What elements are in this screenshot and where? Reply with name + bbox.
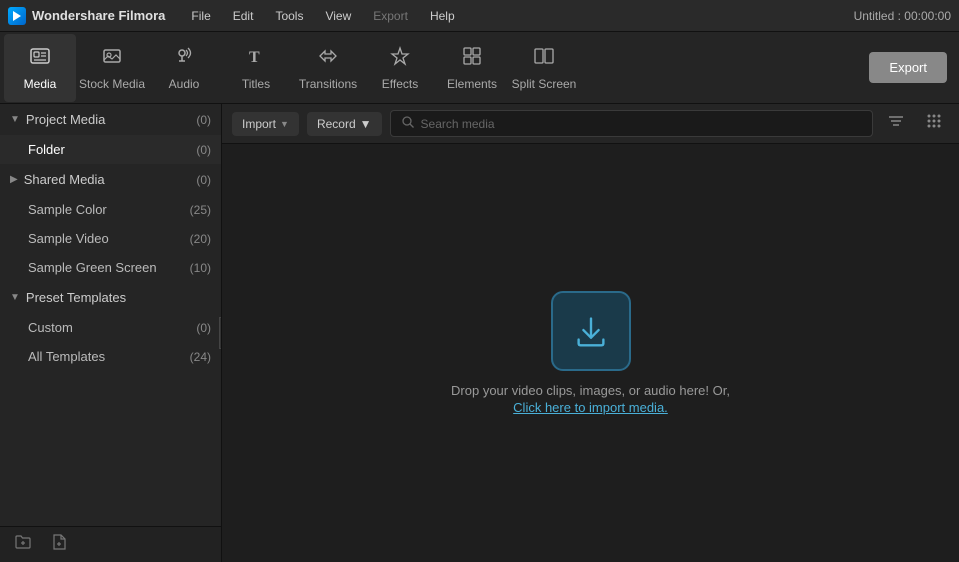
toolbar-elements[interactable]: Elements <box>436 34 508 102</box>
toolbar-split-screen-label: Split Screen <box>512 77 577 91</box>
drop-icon-box <box>551 291 631 371</box>
menu-export[interactable]: Export <box>363 5 418 27</box>
sample-color-count: (25) <box>190 203 211 217</box>
audio-icon <box>173 45 195 73</box>
search-input[interactable] <box>421 117 862 131</box>
search-container <box>390 110 873 137</box>
sidebar-item-folder[interactable]: Folder (0) <box>0 135 221 164</box>
toolbar-transitions-label: Transitions <box>299 77 357 91</box>
drop-zone[interactable]: Drop your video clips, images, or audio … <box>222 144 959 562</box>
sidebar-item-sample-color[interactable]: Sample Color (25) <box>0 195 221 224</box>
sidebar-bottom-bar <box>0 526 221 562</box>
content-area: Import ▼ Record ▼ <box>222 104 959 562</box>
project-media-count: (0) <box>196 113 211 127</box>
toolbar-elements-label: Elements <box>447 77 497 91</box>
toolbar-audio-label: Audio <box>169 77 200 91</box>
import-chevron-icon: ▼ <box>280 119 289 129</box>
toolbar-effects-label: Effects <box>382 77 418 91</box>
all-templates-count: (24) <box>190 350 211 364</box>
toolbar-split-screen[interactable]: Split Screen <box>508 34 580 102</box>
media-icon <box>29 45 51 73</box>
window-title: Untitled : 00:00:00 <box>854 9 951 23</box>
sidebar-section-shared-media[interactable]: ▶ Shared Media (0) <box>0 164 221 195</box>
sample-video-count: (20) <box>190 232 211 246</box>
toolbar-effects[interactable]: Effects <box>364 34 436 102</box>
toolbar-stock-media[interactable]: Stock Media <box>76 34 148 102</box>
sidebar-collapse-button[interactable]: ◀ <box>219 317 222 349</box>
titles-icon: T <box>245 45 267 73</box>
toolbar-transitions[interactable]: Transitions <box>292 34 364 102</box>
shared-media-count: (0) <box>196 173 211 187</box>
sidebar-item-custom[interactable]: Custom (0) <box>0 313 221 342</box>
menu-edit[interactable]: Edit <box>223 5 264 27</box>
folder-label: Folder <box>28 142 196 157</box>
search-icon <box>401 115 415 132</box>
toolbar-media-label: Media <box>24 77 57 91</box>
drop-main-text: Drop your video clips, images, or audio … <box>451 383 730 398</box>
all-templates-label: All Templates <box>28 349 190 364</box>
record-button[interactable]: Record ▼ <box>307 112 382 136</box>
filter-button[interactable] <box>881 110 911 137</box>
drop-text: Drop your video clips, images, or audio … <box>451 383 730 415</box>
split-screen-icon <box>533 45 555 73</box>
import-button[interactable]: Import ▼ <box>232 112 299 136</box>
menu-help[interactable]: Help <box>420 5 465 27</box>
project-media-arrow: ▼ <box>10 114 20 125</box>
sidebar-section-preset-templates[interactable]: ▼ Preset Templates <box>0 282 221 313</box>
shared-media-label: Shared Media <box>24 172 197 187</box>
preset-templates-label: Preset Templates <box>26 290 211 305</box>
sample-green-screen-count: (10) <box>190 261 211 275</box>
main-toolbar: Media Stock Media Audio T <box>0 32 959 104</box>
preset-templates-arrow: ▼ <box>10 292 20 303</box>
main-area: ▼ Project Media (0) Folder (0) ▶ Shared … <box>0 104 959 562</box>
stock-media-icon <box>101 45 123 73</box>
custom-count: (0) <box>196 321 211 335</box>
app-logo: Wondershare Filmora <box>8 7 165 25</box>
sidebar: ▼ Project Media (0) Folder (0) ▶ Shared … <box>0 104 222 562</box>
add-file-button[interactable] <box>46 529 72 560</box>
import-link[interactable]: Click here to import media. <box>513 400 668 415</box>
menu-bar: File Edit Tools View Export Help <box>181 5 464 27</box>
sample-color-label: Sample Color <box>28 202 190 217</box>
record-chevron-icon: ▼ <box>360 117 372 131</box>
menu-file[interactable]: File <box>181 5 220 27</box>
toolbar-titles-label: Titles <box>242 77 270 91</box>
elements-icon <box>461 45 483 73</box>
custom-label: Custom <box>28 320 196 335</box>
grid-view-button[interactable] <box>919 110 949 137</box>
sidebar-section-project-media[interactable]: ▼ Project Media (0) <box>0 104 221 135</box>
sample-video-label: Sample Video <box>28 231 190 246</box>
export-button[interactable]: Export <box>869 52 947 83</box>
title-bar: Wondershare Filmora File Edit Tools View… <box>0 0 959 32</box>
svg-text:T: T <box>249 49 260 66</box>
toolbar-audio[interactable]: Audio <box>148 34 220 102</box>
add-folder-button[interactable] <box>10 529 36 560</box>
transitions-icon <box>317 45 339 73</box>
sidebar-item-sample-video[interactable]: Sample Video (20) <box>0 224 221 253</box>
toolbar-stock-media-label: Stock Media <box>79 77 145 91</box>
toolbar-media[interactable]: Media <box>4 34 76 102</box>
project-media-label: Project Media <box>26 112 196 127</box>
menu-view[interactable]: View <box>315 5 361 27</box>
sidebar-item-sample-green-screen[interactable]: Sample Green Screen (10) <box>0 253 221 282</box>
record-label: Record <box>317 117 356 131</box>
effects-icon <box>389 45 411 73</box>
app-title: Wondershare Filmora <box>32 8 165 23</box>
folder-count: (0) <box>196 143 211 157</box>
toolbar-titles[interactable]: T Titles <box>220 34 292 102</box>
app-logo-icon <box>8 7 26 25</box>
menu-tools[interactable]: Tools <box>265 5 313 27</box>
sample-green-screen-label: Sample Green Screen <box>28 260 190 275</box>
sidebar-item-all-templates[interactable]: All Templates (24) <box>0 342 221 371</box>
import-label: Import <box>242 117 276 131</box>
shared-media-arrow: ▶ <box>10 174 18 185</box>
content-toolbar: Import ▼ Record ▼ <box>222 104 959 144</box>
